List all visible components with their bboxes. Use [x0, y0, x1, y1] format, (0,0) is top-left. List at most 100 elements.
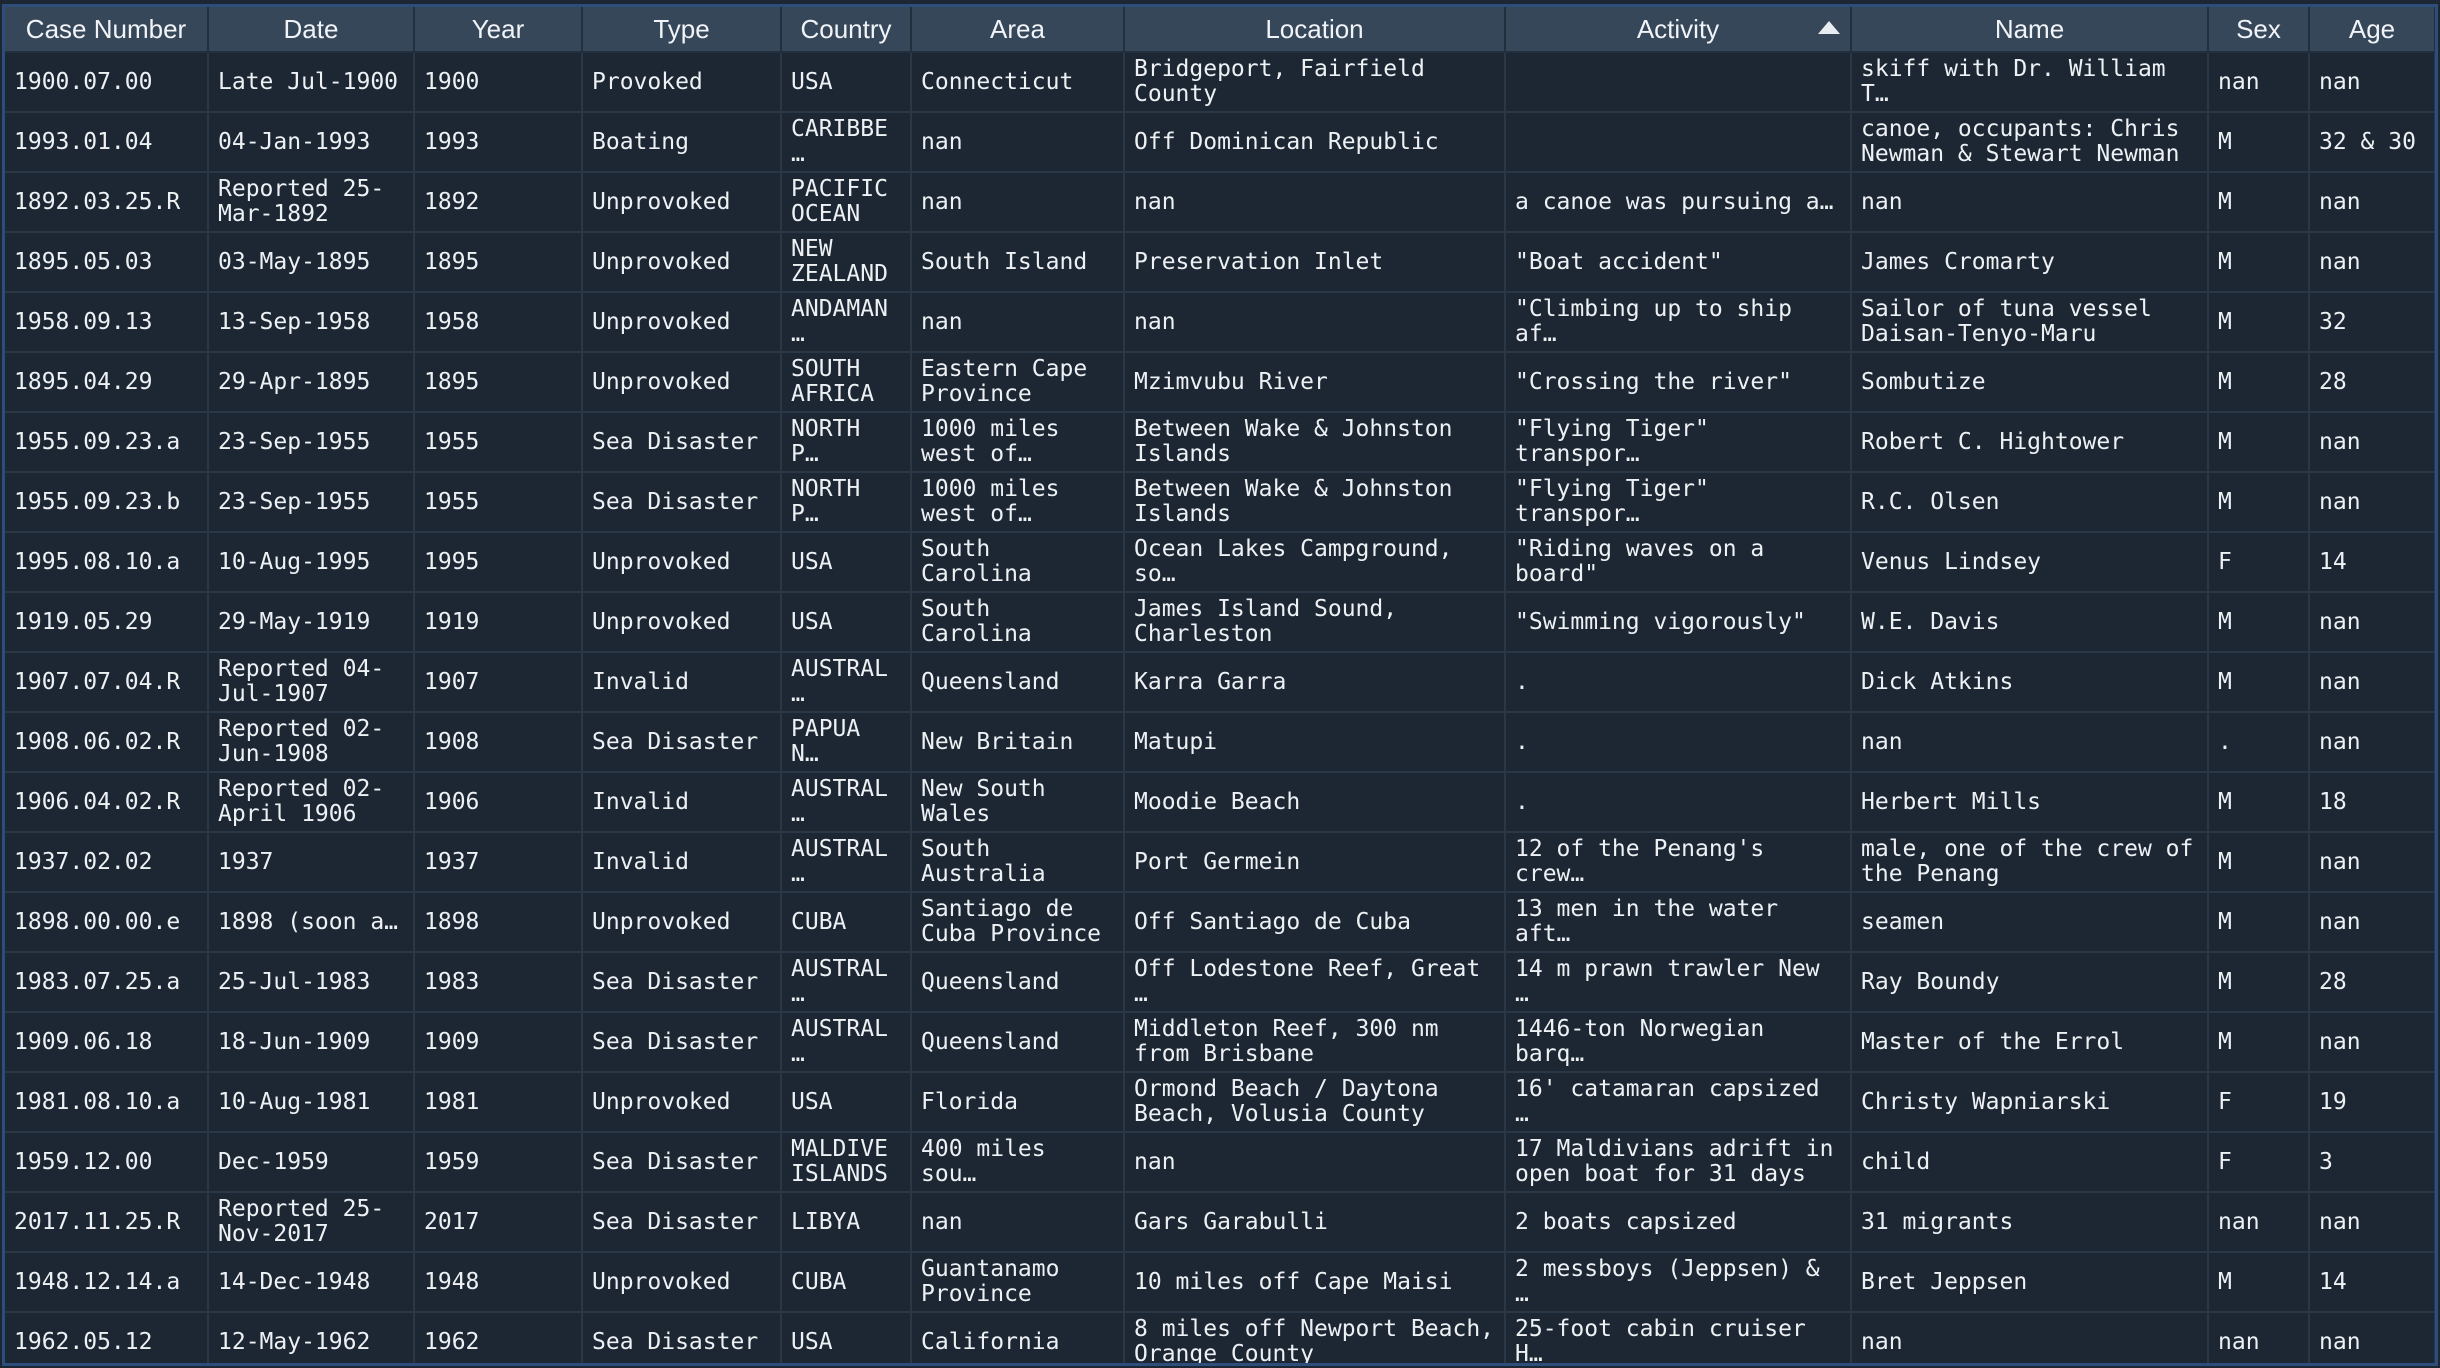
cell-country[interactable]: NORTH P… — [781, 472, 912, 533]
cell-case-number[interactable]: 1906.04.02.R — [5, 772, 209, 833]
cell-area[interactable]: nan — [911, 172, 1125, 233]
cell-area[interactable]: 1000 miles west of Hawaii — [911, 472, 1125, 533]
cell-name[interactable]: James Cromarty — [1851, 232, 2209, 293]
cell-name[interactable]: canoe, occupants: Chris Newman & Stewart… — [1851, 112, 2209, 173]
cell-age[interactable]: 28 — [2309, 952, 2435, 1013]
table-row[interactable]: 1983.07.25.a 25-Jul-1983 1983 Sea Disaster A… — [5, 952, 2435, 1013]
cell-area[interactable]: nan — [911, 112, 1125, 173]
table-row[interactable]: 1919.05.29 29-May-1919 1919 Unprovoked USA So… — [5, 592, 2435, 653]
cell-age[interactable]: nan — [2309, 172, 2435, 233]
cell-activity[interactable] — [1505, 112, 1852, 173]
cell-activity[interactable]: . — [1505, 772, 1852, 833]
cell-activity[interactable]: 25-foot cabin cruiser H… — [1505, 1312, 1852, 1363]
cell-date[interactable]: 25-Jul-1983 — [208, 952, 415, 1013]
cell-age[interactable]: nan — [2309, 412, 2435, 473]
table-row[interactable]: 1892.03.25.R Reported 25-Mar-1892 1892 Unpr… — [5, 172, 2435, 233]
cell-area[interactable]: Connecticut — [911, 52, 1125, 113]
cell-name[interactable]: male, one of the crew of the Penang — [1851, 832, 2209, 893]
cell-name[interactable]: Ray Boundy — [1851, 952, 2209, 1013]
column-header-case-number[interactable]: Case Number — [5, 7, 209, 53]
cell-date[interactable]: Reported 04-Jul-1907 — [208, 652, 415, 713]
cell-age[interactable]: 18 — [2309, 772, 2435, 833]
cell-country[interactable]: SOUTH AFRICA — [781, 352, 912, 413]
cell-year[interactable]: 1937 — [414, 832, 583, 893]
cell-activity[interactable]: 12 of the Penang's crew… — [1505, 832, 1852, 893]
cell-location[interactable]: Ormond Beach / Daytona Beach, Volusia Co… — [1124, 1072, 1506, 1133]
cell-date[interactable]: Dec-1959 — [208, 1132, 415, 1193]
table-row[interactable]: 1981.08.10.a 10-Aug-1981 1981 Unprovoked USA… — [5, 1072, 2435, 1133]
table-row[interactable]: 1908.06.02.R Reported 02-Jun-1908 1908 Sea … — [5, 712, 2435, 773]
cell-sex[interactable]: M — [2208, 172, 2310, 233]
cell-area[interactable]: South Carolina — [911, 532, 1125, 593]
cell-country[interactable]: USA — [781, 1072, 912, 1133]
cell-year[interactable]: 1919 — [414, 592, 583, 653]
cell-year[interactable]: 2017 — [414, 1192, 583, 1253]
cell-year[interactable]: 1958 — [414, 292, 583, 353]
cell-location[interactable]: Middleton Reef, 300 nm from Brisbane — [1124, 1012, 1506, 1073]
table-row[interactable]: 1962.05.12 12-May-1962 1962 Sea Disaster USA… — [5, 1312, 2435, 1363]
cell-activity[interactable]: "Swimming vigorously" — [1505, 592, 1852, 653]
cell-age[interactable]: 19 — [2309, 1072, 2435, 1133]
cell-year[interactable]: 1895 — [414, 232, 583, 293]
cell-location[interactable]: nan — [1124, 1132, 1506, 1193]
cell-name[interactable]: 31 migrants — [1851, 1192, 2209, 1253]
table-row[interactable]: 1895.05.03 03-May-1895 1895 Unprovoked NEW Z… — [5, 232, 2435, 293]
table-row[interactable]: 1993.01.04 04-Jan-1993 1993 Boating CARIBBE…… — [5, 112, 2435, 173]
cell-area[interactable]: New South Wales — [911, 772, 1125, 833]
cell-case-number[interactable]: 1909.06.18 — [5, 1012, 209, 1073]
cell-case-number[interactable]: 1892.03.25.R — [5, 172, 209, 233]
column-header-name[interactable]: Name — [1851, 7, 2209, 53]
cell-location[interactable]: nan — [1124, 292, 1506, 353]
cell-date[interactable]: 23-Sep-1955 — [208, 472, 415, 533]
cell-age[interactable]: nan — [2309, 52, 2435, 113]
cell-year[interactable]: 1955 — [414, 412, 583, 473]
cell-age[interactable]: 32 & 30 — [2309, 112, 2435, 173]
cell-year[interactable]: 1993 — [414, 112, 583, 173]
cell-location[interactable]: Off Lodestone Reef, Great … — [1124, 952, 1506, 1013]
cell-case-number[interactable]: 1898.00.00.e — [5, 892, 209, 953]
cell-name[interactable]: nan — [1851, 712, 2209, 773]
cell-area[interactable]: nan — [911, 1192, 1125, 1253]
cell-type[interactable]: Provoked — [582, 52, 782, 113]
column-header-country[interactable]: Country — [781, 7, 912, 53]
cell-name[interactable]: Dick Atkins — [1851, 652, 2209, 713]
cell-case-number[interactable]: 1981.08.10.a — [5, 1072, 209, 1133]
cell-case-number[interactable]: 1955.09.23.a — [5, 412, 209, 473]
cell-date[interactable]: 03-May-1895 — [208, 232, 415, 293]
cell-date[interactable]: 1937 — [208, 832, 415, 893]
cell-country[interactable]: CUBA — [781, 892, 912, 953]
cell-year[interactable]: 1981 — [414, 1072, 583, 1133]
cell-country[interactable]: NORTH P… — [781, 412, 912, 473]
cell-age[interactable]: nan — [2309, 232, 2435, 293]
cell-date[interactable]: Reported 25-Nov-2017 — [208, 1192, 415, 1253]
cell-case-number[interactable]: 2017.11.25.R — [5, 1192, 209, 1253]
cell-country[interactable]: CUBA — [781, 1252, 912, 1313]
cell-location[interactable]: Off Dominican Republic — [1124, 112, 1506, 173]
cell-sex[interactable]: M — [2208, 1252, 2310, 1313]
cell-area[interactable]: Florida — [911, 1072, 1125, 1133]
cell-location[interactable]: Preservation Inlet — [1124, 232, 1506, 293]
cell-age[interactable]: nan — [2309, 592, 2435, 653]
cell-activity[interactable]: "Boat accident" — [1505, 232, 1852, 293]
cell-sex[interactable]: F — [2208, 532, 2310, 593]
cell-name[interactable]: nan — [1851, 1312, 2209, 1363]
cell-date[interactable]: 23-Sep-1955 — [208, 412, 415, 473]
cell-area[interactable]: 1000 miles west of Hawaii — [911, 412, 1125, 473]
cell-sex[interactable]: . — [2208, 712, 2310, 773]
cell-name[interactable]: Venus Lindsey — [1851, 532, 2209, 593]
table-row[interactable]: 1937.02.02 1937 1937 Invalid AUSTRAL… South A… — [5, 832, 2435, 893]
cell-year[interactable]: 1959 — [414, 1132, 583, 1193]
cell-age[interactable]: nan — [2309, 652, 2435, 713]
cell-name[interactable]: child — [1851, 1132, 2209, 1193]
column-header-type[interactable]: Type — [582, 7, 782, 53]
cell-activity[interactable]: 13 men in the water aft… — [1505, 892, 1852, 953]
cell-area[interactable]: Queensland — [911, 652, 1125, 713]
column-header-activity[interactable]: Activity — [1505, 7, 1852, 53]
column-header-location[interactable]: Location — [1124, 7, 1506, 53]
cell-area[interactable]: California — [911, 1312, 1125, 1363]
cell-area[interactable]: South Carolina — [911, 592, 1125, 653]
cell-year[interactable]: 1907 — [414, 652, 583, 713]
table-row[interactable]: 1955.09.23.b 23-Sep-1955 1955 Sea Disaster N… — [5, 472, 2435, 533]
cell-type[interactable]: Invalid — [582, 832, 782, 893]
cell-country[interactable]: AUSTRAL… — [781, 772, 912, 833]
